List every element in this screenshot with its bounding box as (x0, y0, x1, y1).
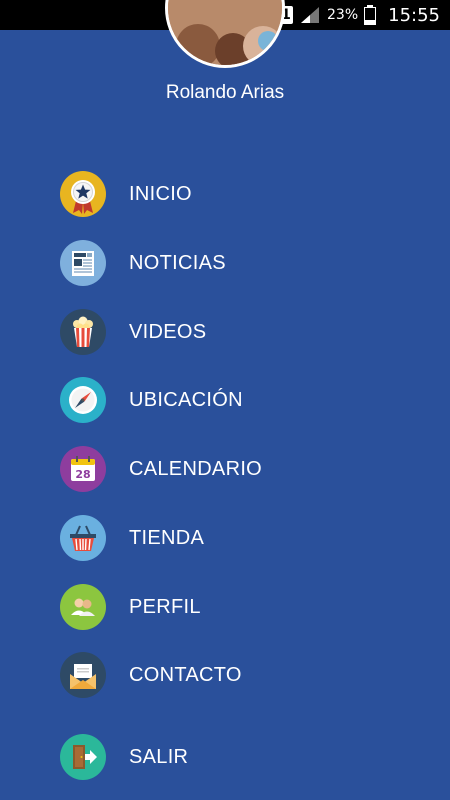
menu-label-videos: VIDEOS (129, 320, 207, 343)
menu-item-ubicacion[interactable]: UBICACIÓN (60, 372, 400, 428)
menu-label-calendario: CALENDARIO (129, 457, 263, 480)
popcorn-icon (60, 309, 106, 355)
menu-item-videos[interactable]: VIDEOS (60, 304, 400, 360)
menu-item-noticias[interactable]: NOTICIAS (60, 235, 400, 291)
calendar-icon: 28 (60, 446, 106, 492)
menu-label-salir: SALIR (129, 745, 189, 768)
shopping-basket-icon (60, 515, 106, 561)
menu-item-salir[interactable]: SALIR (60, 729, 400, 785)
menu-label-tienda: TIENDA (129, 526, 205, 549)
navigation-menu: INICIO NOTICIAS VIDEOS UBICACIÓN 28 CALE… (0, 0, 450, 800)
menu-label-noticias: NOTICIAS (129, 251, 226, 274)
menu-label-perfil: PERFIL (129, 595, 201, 618)
medal-star-icon (60, 171, 106, 217)
menu-item-tienda[interactable]: TIENDA (60, 510, 400, 566)
menu-label-inicio: INICIO (129, 182, 192, 205)
menu-item-inicio[interactable]: INICIO (60, 166, 400, 222)
exit-door-icon (60, 734, 106, 780)
calendar-day-number: 28 (75, 468, 90, 481)
newspaper-icon (60, 240, 106, 286)
menu-item-contacto[interactable]: CONTACTO (60, 647, 400, 703)
menu-label-ubicacion: UBICACIÓN (129, 388, 243, 411)
compass-icon (60, 377, 106, 423)
menu-label-contacto: CONTACTO (129, 663, 242, 686)
menu-item-calendario[interactable]: 28 CALENDARIO (60, 441, 400, 497)
envelope-icon (60, 652, 106, 698)
users-icon (60, 584, 106, 630)
menu-item-perfil[interactable]: PERFIL (60, 579, 400, 635)
